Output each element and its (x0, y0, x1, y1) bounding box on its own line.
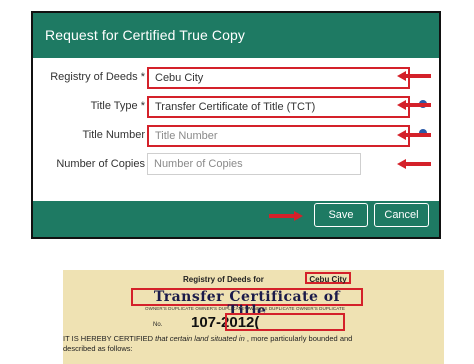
certificate-title: Transfer Certificate of Title (131, 288, 363, 318)
certificate-registry-prefix: Registry of Deeds for (183, 275, 264, 284)
copies-input[interactable] (154, 158, 350, 170)
certificate-body: IT IS HEREBY CERTIFIED that certain land… (63, 334, 444, 354)
certificate-duplicate-text: OWNER'S DUPLICATE OWNER'S DUPLICATE OWNE… (145, 306, 345, 311)
annotation-arrow-icon (397, 130, 431, 140)
registry-label: Registry of Deeds * (50, 71, 145, 83)
certificate-registry-city: Cebu City (305, 272, 351, 284)
certificate-body-italic: that certain land situated in (153, 334, 245, 343)
title-number-input[interactable] (155, 130, 396, 142)
certificate-body-line2: described as follows: (63, 344, 133, 353)
annotation-arrow-icon (269, 211, 303, 221)
certificate-body-prefix: IT IS HEREBY CERTIFIED (63, 334, 154, 343)
copies-field[interactable] (147, 153, 361, 175)
certificate-body-rest: , more particularly bounded and (244, 334, 353, 343)
annotation-arrow-icon (397, 100, 431, 110)
certificate-excerpt: Registry of Deeds for Cebu City Transfer… (63, 270, 444, 364)
title-type-label: Title Type * (90, 100, 145, 112)
certificate-number-label: No. (153, 322, 163, 328)
dialog-header: Request for Certified True Copy (33, 13, 439, 58)
title-number-label: Title Number (82, 129, 145, 141)
registry-value: Cebu City (155, 72, 204, 84)
request-dialog: Request for Certified True Copy Registry… (31, 11, 441, 239)
annotation-arrow-icon (397, 159, 431, 169)
annotation-arrow-icon (397, 71, 431, 81)
title-type-select[interactable]: Transfer Certificate of Title (TCT) (147, 96, 410, 118)
cancel-button[interactable]: Cancel (374, 203, 429, 227)
title-number-field[interactable] (147, 125, 410, 147)
copies-label: Number of Copies (56, 158, 145, 170)
registry-select[interactable]: Cebu City (147, 67, 410, 89)
title-type-value: Transfer Certificate of Title (TCT) (155, 101, 316, 113)
dialog-title: Request for Certified True Copy (45, 27, 245, 43)
save-button[interactable]: Save (314, 203, 368, 227)
certificate-number-highlight (225, 313, 345, 331)
